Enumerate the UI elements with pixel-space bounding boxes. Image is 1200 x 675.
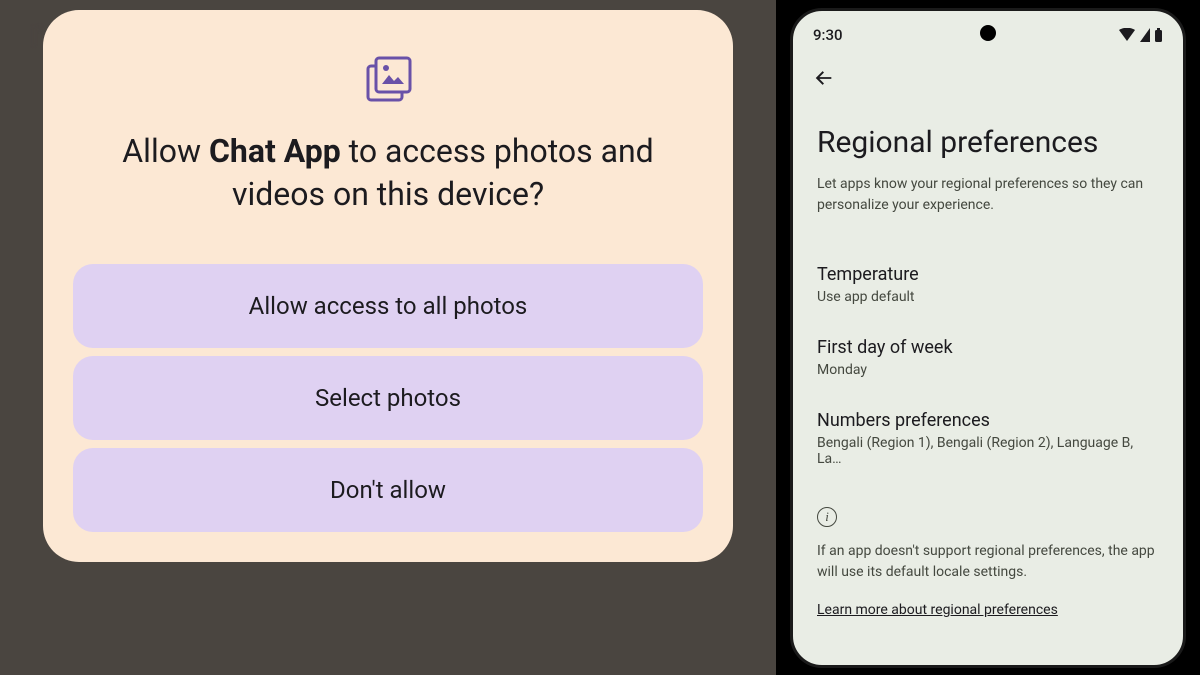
- dialog-options: Allow access to all photos Select photos…: [73, 264, 703, 532]
- phone-panel: 9:30 Regional prefe: [776, 0, 1200, 675]
- title-prefix: Allow: [122, 132, 209, 170]
- page-content: Regional preferences Let apps know your …: [793, 101, 1183, 665]
- permission-dialog: Allow Chat App to access photos and vide…: [43, 10, 733, 562]
- back-button[interactable]: [813, 67, 1163, 93]
- photos-icon: [360, 50, 416, 106]
- camera-notch: [980, 25, 996, 41]
- status-icons: [1118, 28, 1163, 42]
- pref-numbers[interactable]: Numbers preferences Bengali (Region 1), …: [817, 410, 1159, 467]
- info-icon: i: [817, 507, 837, 527]
- learn-more-link[interactable]: Learn more about regional preferences: [817, 602, 1058, 618]
- allow-all-button[interactable]: Allow access to all photos: [73, 264, 703, 348]
- pref-first-day-value: Monday: [817, 362, 1159, 378]
- background-text: I': [30, 20, 43, 53]
- signal-icon: [1140, 28, 1150, 42]
- phone-frame: 9:30 Regional prefe: [790, 8, 1186, 668]
- pref-numbers-label: Numbers preferences: [817, 410, 1159, 431]
- wifi-icon: [1118, 28, 1136, 42]
- back-arrow-icon: [813, 67, 835, 89]
- dialog-backdrop: I' Allow Chat App to access photos and v…: [0, 0, 776, 675]
- status-time: 9:30: [813, 26, 843, 44]
- pref-temperature-label: Temperature: [817, 264, 1159, 285]
- pref-temperature-value: Use app default: [817, 289, 1159, 305]
- page-subtitle: Let apps know your regional preferences …: [817, 174, 1159, 216]
- nav-row: [793, 55, 1183, 101]
- dialog-title: Allow Chat App to access photos and vide…: [88, 130, 688, 216]
- info-text: If an app doesn't support regional prefe…: [817, 541, 1159, 583]
- dont-allow-button[interactable]: Don't allow: [73, 448, 703, 532]
- battery-icon: [1154, 28, 1163, 42]
- page-title: Regional preferences: [817, 125, 1159, 160]
- info-section: i If an app doesn't support regional pre…: [817, 507, 1159, 618]
- app-name: Chat App: [209, 132, 341, 170]
- pref-numbers-value: Bengali (Region 1), Bengali (Region 2), …: [817, 435, 1159, 467]
- pref-first-day-label: First day of week: [817, 337, 1159, 358]
- pref-temperature[interactable]: Temperature Use app default: [817, 264, 1159, 305]
- pref-first-day[interactable]: First day of week Monday: [817, 337, 1159, 378]
- select-photos-button[interactable]: Select photos: [73, 356, 703, 440]
